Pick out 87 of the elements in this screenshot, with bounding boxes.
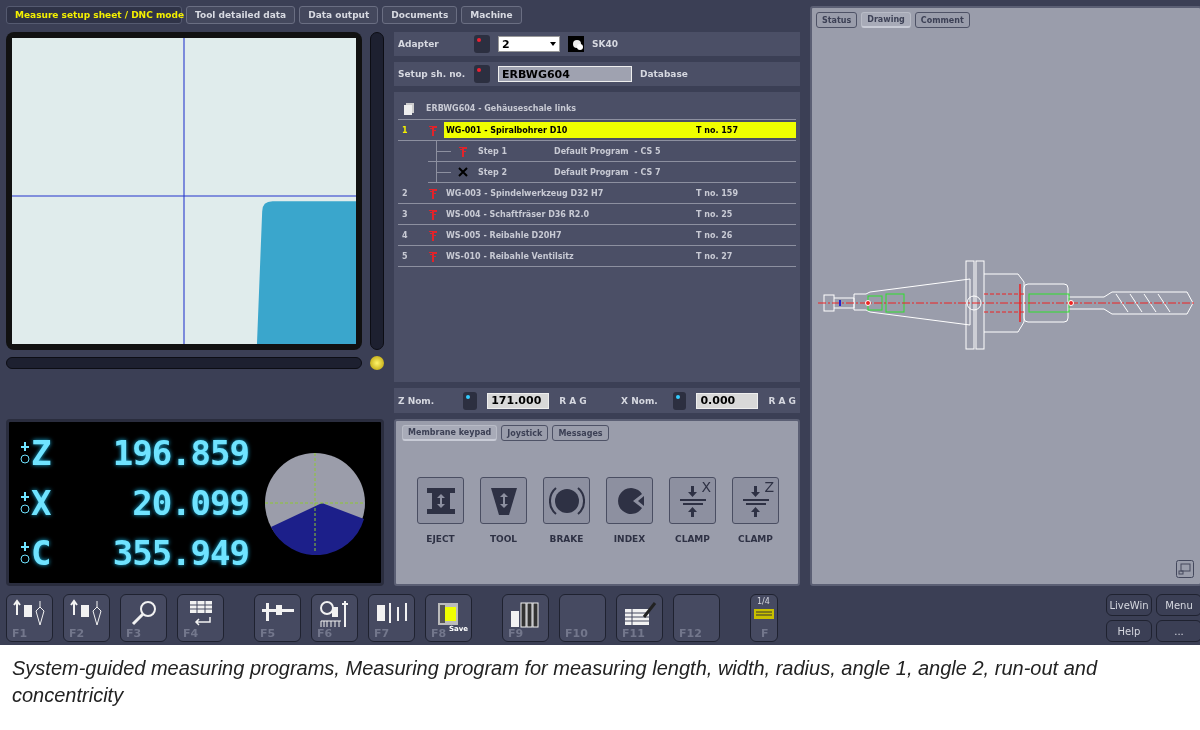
side-button[interactable]: Menu (1156, 594, 1200, 616)
adapter-dropdown[interactable]: 2 (498, 36, 560, 52)
axis-value: 20.099 (131, 484, 249, 521)
side-button[interactable]: ... (1156, 620, 1200, 642)
tool-icon (428, 124, 438, 136)
keypad-button[interactable]: Z (732, 477, 779, 524)
vertical-scrollbar[interactable] (370, 32, 384, 350)
axis-letter: C (31, 534, 53, 571)
key-label: EJECT (426, 534, 455, 544)
tool-row[interactable]: WS-005 - Reibahle D20H7 T no. 26 (444, 227, 796, 243)
field-label: Setup sh. no. (398, 69, 466, 79)
key-label: CLAMP (738, 534, 773, 544)
status-lamp (370, 356, 384, 370)
tab[interactable]: Membrane keypad (402, 425, 498, 441)
tool-row[interactable]: WG-001 - Spiralbohrer D10 T no. 157 (444, 122, 796, 138)
tool-row[interactable]: WG-003 - Spindelwerkzeug D32 H7 T no. 159 (444, 185, 796, 201)
tab[interactable]: Messages (552, 425, 609, 441)
tool-icon (458, 145, 468, 157)
document-icon (404, 102, 414, 115)
caption: System-guided measuring programs, Measuring program for measuring length, width, radius, angle 1, angle 2, run-out and concentricity (12, 656, 1099, 708)
step-name: Step 1 (478, 146, 509, 156)
tab[interactable]: Status (816, 12, 858, 28)
tool-load-icon (68, 599, 105, 627)
axis-letter: Z (31, 434, 53, 471)
tab[interactable]: Documents (382, 6, 458, 24)
row-number: 3 (401, 209, 409, 219)
axis-value: 355.949 (111, 534, 249, 571)
row-number: 1 (401, 125, 409, 135)
keyboard-icon (754, 609, 774, 619)
tool-icon (428, 187, 438, 199)
axis-value: 196.859 (111, 434, 249, 471)
tool-icon (428, 250, 438, 262)
tab[interactable]: Measure setup sheet / DNC mode (6, 6, 182, 24)
tab[interactable]: Machine (461, 6, 522, 24)
field-label: Z Nom. (398, 395, 436, 406)
side-button[interactable]: Help (1106, 620, 1152, 642)
axis-icon (19, 490, 31, 515)
source-label: Database (640, 69, 688, 79)
step-program: Default Program - CS 7 (554, 167, 661, 177)
side-button[interactable]: LiveWin (1106, 594, 1152, 616)
tab[interactable]: Drawing (861, 12, 911, 28)
key-label: BRAKE (549, 534, 584, 544)
indicator-button[interactable] (474, 35, 490, 53)
tool-row[interactable]: WS-010 - Reibahle Ventilsitz T no. 27 (444, 248, 796, 264)
row-number: 5 (401, 251, 409, 261)
keypad-button[interactable] (417, 477, 464, 524)
axis-label: X (701, 479, 711, 495)
setup-sheet-field[interactable]: ERBWG604 (498, 66, 632, 82)
keypad-button[interactable] (606, 477, 653, 524)
cross-icon (458, 167, 468, 177)
step-name: Step 2 (478, 167, 509, 177)
unit-label: R A G (768, 395, 796, 406)
indicator-button[interactable] (672, 391, 687, 410)
holder-label: SK40 (592, 39, 618, 49)
program-title: ERBWG604 - Gehäuseschale links (426, 104, 577, 113)
field-label: Adapter (398, 39, 440, 49)
axis-label: Z (764, 479, 774, 495)
tab[interactable]: Comment (914, 12, 970, 28)
horizontal-scrollbar[interactable] (6, 357, 362, 369)
row-number: 4 (401, 230, 409, 240)
nominal-field[interactable]: 171.000 (487, 392, 550, 409)
keypad-button[interactable] (543, 477, 590, 524)
tab[interactable]: Joystick (501, 425, 549, 441)
key-label: INDEX (613, 534, 646, 544)
unit-label: R A G (559, 395, 588, 406)
axis-letter: X (31, 484, 53, 521)
row-number: 2 (401, 188, 409, 198)
keypad-button[interactable]: X (669, 477, 716, 524)
indicator-button[interactable] (474, 65, 490, 83)
holder-icon (568, 36, 584, 52)
key-label: TOOL (489, 534, 518, 544)
tool-icon (428, 229, 438, 241)
keypad-button[interactable] (480, 477, 527, 524)
axis-icon (19, 440, 31, 465)
tool-row[interactable]: WS-004 - Schaftfräser D36 R2.0 T no. 25 (444, 206, 796, 222)
tool-icon (428, 208, 438, 220)
axis-icon (19, 540, 31, 565)
nominal-field[interactable]: 0.000 (696, 392, 759, 409)
window-icon[interactable] (1176, 560, 1194, 578)
key-label: CLAMP (675, 534, 710, 544)
caret-icon (550, 42, 556, 46)
step-program: Default Program - CS 5 (554, 146, 661, 156)
tab[interactable]: Tool detailed data (186, 6, 296, 24)
tab[interactable]: Data output (299, 6, 379, 24)
field-label: X Nom. (621, 395, 659, 406)
tool-load-icon (11, 599, 48, 627)
indicator-button[interactable] (463, 391, 478, 410)
